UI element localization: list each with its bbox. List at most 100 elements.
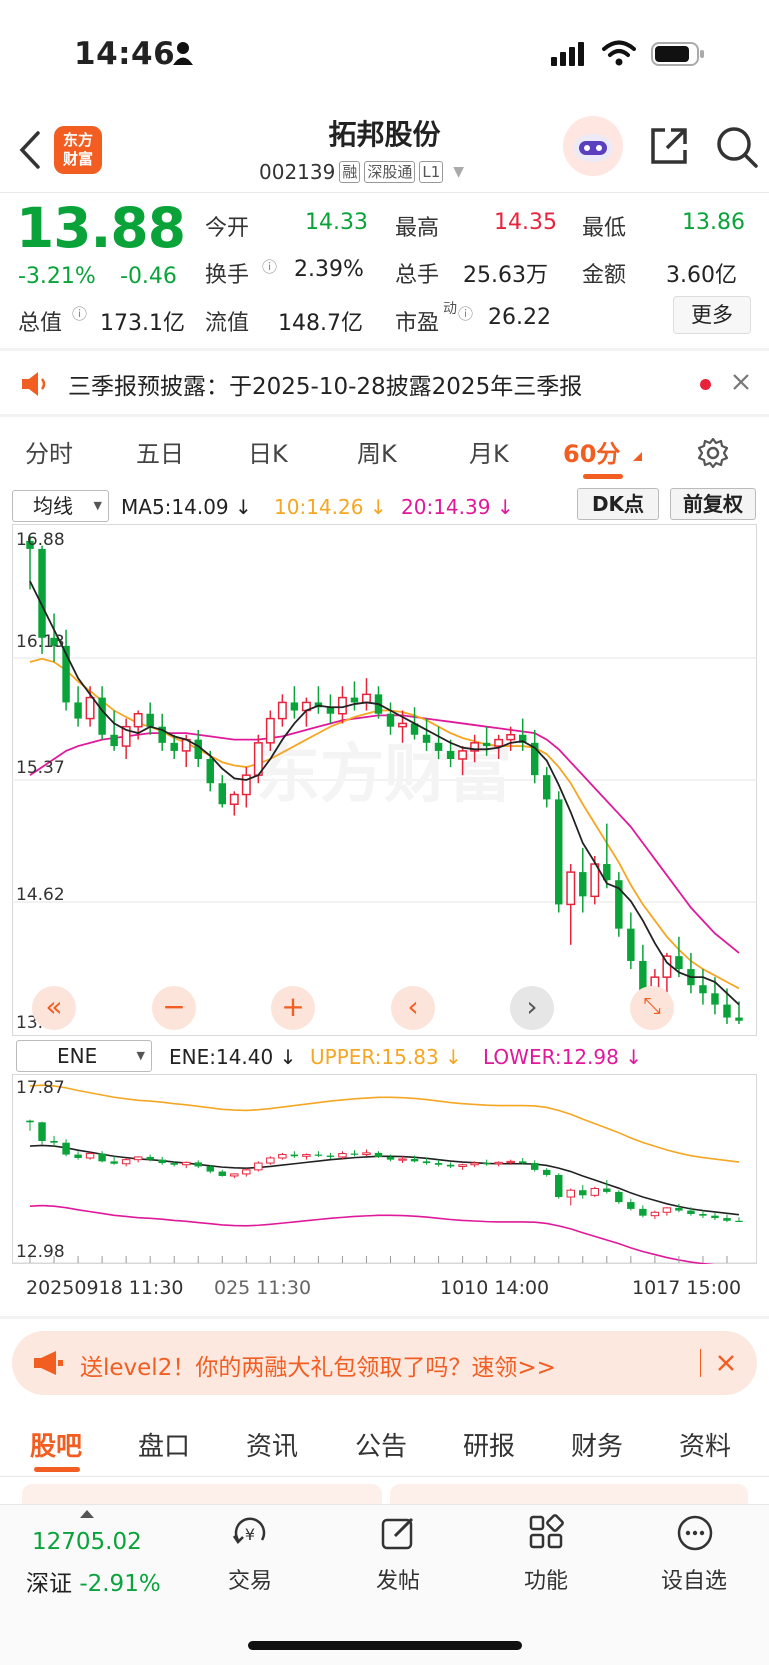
- nav-post[interactable]: 发帖: [358, 1563, 438, 1595]
- tab-guba[interactable]: 股吧: [30, 1426, 82, 1463]
- candle-body: [542, 775, 551, 800]
- sub-candle-body: [579, 1190, 587, 1196]
- speaker-icon: [20, 371, 50, 401]
- sub-candle-body: [362, 1152, 371, 1156]
- tab-pankou[interactable]: 盘口: [138, 1426, 190, 1463]
- info-icon[interactable]: ⓘ: [458, 303, 473, 324]
- tab-60min[interactable]: 60分: [563, 434, 620, 469]
- candle-body: [711, 993, 719, 1005]
- change-amount: -0.46: [120, 264, 177, 289]
- ene-indicator-chart[interactable]: [12, 1074, 757, 1264]
- stock-code: 002139: [259, 160, 336, 184]
- trade-icon[interactable]: ¥: [230, 1516, 270, 1556]
- zoom-in-icon[interactable]: +: [271, 986, 315, 1030]
- more-button[interactable]: 更多: [673, 296, 751, 334]
- search-icon[interactable]: [714, 124, 760, 174]
- tab-research[interactable]: 研报: [463, 1426, 515, 1463]
- tab-news[interactable]: 资讯: [246, 1426, 298, 1463]
- tab-financials[interactable]: 财务: [571, 1426, 623, 1463]
- volume-label: 总手: [395, 263, 440, 288]
- main-candlestick-chart[interactable]: 东方财富: [12, 524, 757, 1036]
- candle-body: [206, 758, 214, 784]
- scroll-left-icon[interactable]: ‹: [391, 986, 435, 1030]
- settings-gear-icon[interactable]: [697, 437, 729, 473]
- sub-candle-body: [158, 1159, 166, 1164]
- ene-lower-value: LOWER:12.98 ↓: [483, 1045, 642, 1069]
- open-value: 14.33: [305, 210, 368, 235]
- scroll-left-fast-icon[interactable]: «: [32, 986, 76, 1030]
- tab-announcements[interactable]: 公告: [355, 1426, 407, 1463]
- sub-indicator-select[interactable]: ENE ▼: [16, 1040, 152, 1072]
- float-label: 流值: [205, 311, 250, 336]
- sub-candle-body: [266, 1157, 275, 1164]
- sub-select-label: ENE: [57, 1044, 98, 1068]
- wifi-icon: [602, 40, 636, 70]
- candle-body: [675, 956, 683, 970]
- time-label: 025 11:30: [214, 1277, 312, 1299]
- megaphone-icon: [32, 1349, 64, 1381]
- notice-text[interactable]: 三季报预披露：于2025-10-28披露2025年三季报: [68, 367, 582, 401]
- tab-daily-k[interactable]: 日K: [248, 434, 288, 469]
- scroll-right-icon[interactable]: ›: [510, 986, 554, 1030]
- close-icon[interactable]: [716, 1353, 736, 1377]
- change-percent: -3.21%: [18, 264, 96, 289]
- expand-icon[interactable]: ⤡: [630, 986, 674, 1030]
- stock-code-row[interactable]: 002139 融 深股通 L1 ▼: [259, 160, 464, 184]
- time-label: 1010 14:00: [440, 1277, 550, 1299]
- sub-candle-body: [735, 1220, 743, 1222]
- sub-candle-body: [146, 1156, 154, 1160]
- ma-select[interactable]: 均线 ▼: [12, 490, 109, 522]
- divider: [0, 1316, 769, 1319]
- info-icon[interactable]: ⓘ: [72, 303, 87, 324]
- candle-body: [398, 722, 408, 728]
- sub-candle-body: [627, 1202, 635, 1209]
- sub-candle-body: [194, 1162, 202, 1167]
- nav-trade[interactable]: 交易: [210, 1563, 290, 1595]
- sub-candle-body: [38, 1122, 46, 1141]
- dk-point-button[interactable]: DK点: [577, 488, 659, 520]
- candle-body: [723, 1004, 731, 1018]
- tab-weekly-k[interactable]: 周K: [357, 434, 397, 469]
- ma-select-label: 均线: [33, 494, 73, 518]
- nav-add-watchlist[interactable]: 设自选: [654, 1563, 734, 1595]
- post-icon[interactable]: [380, 1514, 418, 1556]
- status-time: 14:46: [74, 36, 176, 72]
- ene-value: ENE:14.40 ↓: [169, 1045, 297, 1069]
- sub-axis-top: 17.87: [16, 1078, 65, 1098]
- share-icon[interactable]: [647, 124, 691, 172]
- ma5-value: MA5:14.09 ↓: [121, 495, 252, 519]
- index-value[interactable]: 12705.02: [32, 1529, 142, 1555]
- low-label: 最低: [582, 216, 627, 241]
- candle-body: [170, 742, 178, 751]
- sub-candle-body: [711, 1215, 719, 1219]
- divider: [0, 1476, 769, 1477]
- y-axis-label: 16.13: [16, 632, 65, 652]
- zoom-out-icon[interactable]: −: [152, 986, 196, 1030]
- sub-axis-bottom: 12.98: [16, 1242, 65, 1262]
- y-axis-label: 16.88: [16, 530, 65, 550]
- banner-text[interactable]: 送level2！你的两融大礼包领取了吗？速领>>: [80, 1348, 556, 1382]
- pe-dynamic-label: 动: [443, 301, 457, 317]
- divider: [0, 192, 769, 193]
- close-icon[interactable]: [731, 372, 751, 396]
- sub-candle-body: [350, 1153, 359, 1155]
- info-icon[interactable]: ⓘ: [262, 256, 277, 277]
- tab-monthly-k[interactable]: 月K: [469, 434, 509, 469]
- amount-value: 3.60亿: [666, 263, 737, 288]
- pe-label: 市盈: [395, 311, 440, 336]
- add-watchlist-icon[interactable]: [676, 1514, 714, 1556]
- assistant-avatar-icon[interactable]: [563, 116, 623, 176]
- ma20-value: 20:14.39 ↓: [401, 495, 514, 519]
- index-change: -2.91%: [79, 1571, 161, 1597]
- candle-body: [277, 701, 287, 720]
- tab-profile[interactable]: 资料: [679, 1426, 731, 1463]
- nav-function[interactable]: 功能: [506, 1563, 586, 1595]
- turnover-value: 2.39%: [294, 257, 364, 282]
- sub-candle-body: [639, 1208, 647, 1216]
- function-grid-icon[interactable]: [528, 1514, 564, 1554]
- index-ticker[interactable]: 深证 -2.91%: [26, 1564, 161, 1598]
- tab-five-day[interactable]: 五日: [136, 434, 184, 469]
- tab-intraday[interactable]: 分时: [25, 434, 73, 469]
- sub-candle-body: [110, 1161, 118, 1164]
- adjust-button[interactable]: 前复权: [670, 488, 756, 520]
